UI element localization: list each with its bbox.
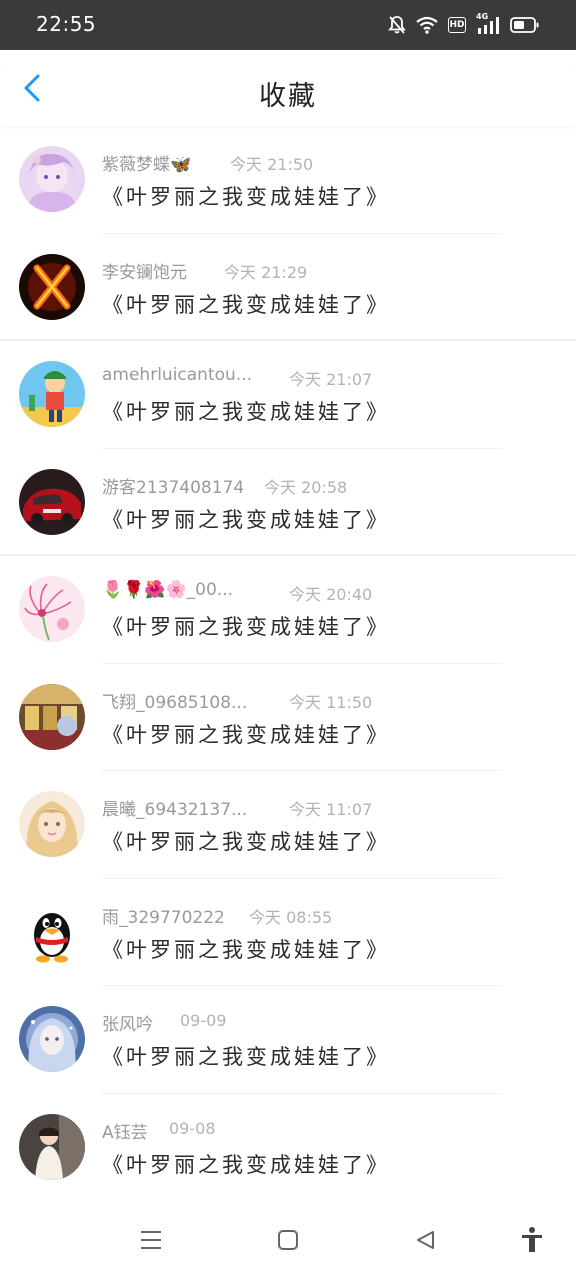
mute-bell-icon (388, 15, 406, 35)
favorite-content: 《叶罗丽之我变成娃娃了》 (102, 1045, 390, 1069)
sender-name: 雨_329770222 (102, 907, 225, 928)
menu-icon (141, 1231, 161, 1249)
system-nav-bar (0, 1200, 576, 1280)
favorite-content: 《叶罗丽之我变成娃娃了》 (102, 1152, 390, 1177)
signal-icon: 4G (476, 12, 500, 35)
timestamp: 今天 21:29 (224, 262, 308, 282)
timestamp: 今天 08:55 (249, 907, 333, 927)
favorite-content: 《叶罗丽之我变成娃娃了》 (102, 292, 390, 317)
sender-name: 张风吟 (102, 1015, 153, 1035)
list-item[interactable]: 晨曦_69432137... 今天 11:07 《叶罗丽之我变成娃娃了》 (0, 771, 576, 879)
sender-name: 紫薇梦蝶🦋 (102, 155, 192, 175)
avatar[interactable] (19, 146, 85, 212)
timestamp: 09-08 (169, 1118, 216, 1138)
list-item[interactable]: 飞翔_09685108... 今天 11:50 《叶罗丽之我变成娃娃了》 (0, 664, 576, 771)
avatar[interactable] (19, 1006, 85, 1072)
timestamp: 09-09 (180, 1011, 227, 1030)
avatar[interactable] (19, 253, 85, 320)
back-nav-button[interactable] (411, 1226, 439, 1254)
sender-name: 游客2137408174 (102, 477, 245, 498)
favorite-content: 《叶罗丽之我变成娃娃了》 (102, 507, 390, 532)
favorite-content: 《叶罗丽之我变成娃娃了》 (102, 615, 390, 639)
hd-badge: HD (448, 17, 466, 33)
avatar[interactable] (19, 791, 85, 857)
avatar[interactable] (19, 361, 85, 427)
list-item[interactable]: amehrluicantou... 今天 21:07 《叶罗丽之我变成娃娃了》 (0, 341, 576, 449)
list-item[interactable]: 🌷🌹🌺🌸_00... 今天 20:40 《叶罗丽之我变成娃娃了》 (0, 556, 576, 664)
avatar[interactable] (19, 683, 85, 750)
list-item[interactable]: 游客2137408174 今天 20:58 《叶罗丽之我变成娃娃了》 (0, 449, 576, 556)
favorite-content: 《叶罗丽之我变成娃娃了》 (102, 830, 390, 854)
timestamp: 今天 20:40 (289, 585, 373, 604)
avatar[interactable] (19, 576, 85, 642)
sender-name: amehrluicantou... (102, 365, 253, 385)
avatar[interactable] (19, 898, 85, 965)
avatar[interactable] (19, 1113, 85, 1180)
sender-name: 李安镧饱元 (102, 262, 187, 283)
page-title: 收藏 (259, 81, 317, 112)
header: 收藏 (0, 52, 576, 126)
favorite-content: 《叶罗丽之我变成娃娃了》 (102, 400, 390, 424)
timestamp: 今天 11:50 (289, 692, 373, 712)
sender-name: 飞翔_09685108... (102, 692, 248, 713)
home-square-icon (278, 1230, 298, 1250)
timestamp: 今天 21:50 (230, 155, 314, 174)
avatar[interactable] (19, 468, 85, 535)
sender-name: 晨曦_69432137... (102, 800, 248, 820)
favorite-content: 《叶罗丽之我变成娃娃了》 (102, 722, 390, 747)
home-button[interactable] (274, 1226, 302, 1254)
timestamp: 今天 21:07 (289, 370, 373, 389)
list-item[interactable]: 雨_329770222 今天 08:55 《叶罗丽之我变成娃娃了》 (0, 879, 576, 986)
timestamp: 今天 11:07 (289, 800, 373, 819)
list-item[interactable]: 紫薇梦蝶🦋 今天 21:50 《叶罗丽之我变成娃娃了》 (0, 126, 576, 234)
list-item[interactable]: 李安镧饱元 今天 21:29 《叶罗丽之我变成娃娃了》 (0, 234, 576, 341)
sender-name: 🌷🌹🌺🌸_00... (102, 580, 234, 600)
accessibility-icon (522, 1227, 542, 1252)
favorite-content: 《叶罗丽之我变成娃娃了》 (102, 937, 390, 962)
status-time: 22:55 (36, 12, 97, 36)
favorites-list: 紫薇梦蝶🦋 今天 21:50 《叶罗丽之我变成娃娃了》 李安镧饱元 今天 21:… (0, 126, 576, 1201)
sender-name: A钰芸 (102, 1122, 148, 1143)
favorite-content: 《叶罗丽之我变成娃娃了》 (102, 185, 390, 209)
timestamp: 今天 20:58 (264, 477, 348, 497)
status-icons: HD 4G (388, 12, 540, 36)
list-item[interactable]: A钰芸 09-08 《叶罗丽之我变成娃娃了》 (0, 1094, 576, 1201)
wifi-icon (416, 16, 438, 34)
menu-button[interactable] (137, 1226, 165, 1254)
status-bar: 22:55 HD 4G (0, 0, 576, 50)
back-triangle-icon (417, 1231, 434, 1249)
list-item[interactable]: 张风吟 09-09 《叶罗丽之我变成娃娃了》 (0, 986, 576, 1094)
battery-icon (510, 16, 540, 34)
accessibility-button[interactable] (518, 1226, 546, 1254)
